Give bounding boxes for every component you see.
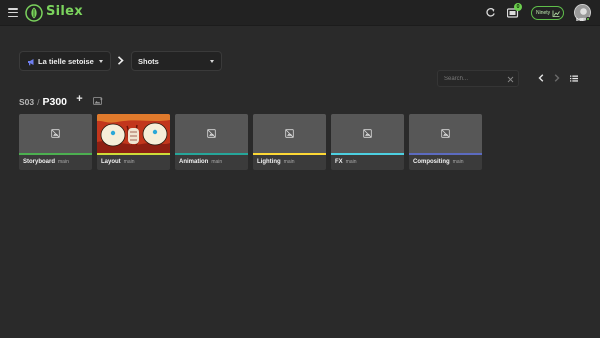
no-image-icon <box>285 129 294 138</box>
entity-type-select-label: Shots <box>138 56 159 66</box>
refresh-icon[interactable] <box>485 7 496 18</box>
chevron-right-icon <box>117 56 124 65</box>
menu-icon[interactable] <box>8 8 18 17</box>
page-title: S03 / P300 <box>19 96 67 108</box>
task-card-lighting[interactable]: Lighting main <box>253 114 326 170</box>
shot-name: P300 <box>42 96 68 108</box>
close-icon[interactable] <box>507 76 514 83</box>
notification-badge: 0 <box>514 3 522 11</box>
task-label: Animation main <box>179 159 222 165</box>
task-color-strip <box>97 153 170 155</box>
task-label: FX main <box>335 159 357 165</box>
task-label: Layout main <box>101 159 135 165</box>
task-name: Animation <box>179 159 209 165</box>
task-card-layout[interactable]: Layout main <box>97 114 170 170</box>
task-name: Layout <box>101 159 121 165</box>
task-variant: main <box>123 159 135 165</box>
task-color-strip <box>409 153 482 155</box>
chevron-down-icon <box>210 60 214 63</box>
user-code: 846 <box>576 17 584 22</box>
task-name: Compositing <box>413 159 450 165</box>
task-card-fx[interactable]: FX main <box>331 114 404 170</box>
task-name: Lighting <box>257 159 281 165</box>
list-view-icon[interactable] <box>570 75 578 82</box>
task-variant: main <box>283 159 295 165</box>
task-color-strip <box>331 153 404 155</box>
megaphone-icon <box>28 59 34 66</box>
silex-logo-icon <box>25 4 43 22</box>
task-label: Storyboard main <box>23 159 69 165</box>
task-card-compositing[interactable]: Compositing main <box>409 114 482 170</box>
add-task-button[interactable]: + <box>75 94 84 105</box>
no-image-icon <box>51 129 60 138</box>
no-image-icon <box>363 129 372 138</box>
task-variant: main <box>58 159 69 165</box>
task-name: Storyboard <box>23 159 56 165</box>
entity-type-select[interactable]: Shots <box>131 51 222 71</box>
layout-thumbnail-image <box>97 114 170 153</box>
previous-page-icon[interactable] <box>538 74 544 82</box>
chart-icon <box>552 10 561 17</box>
task-card-animation[interactable]: Animation main <box>175 114 248 170</box>
online-status-dot <box>586 17 590 21</box>
task-variant: main <box>452 159 464 165</box>
project-select-label: La tielle setoise <box>38 56 94 66</box>
sequence-name[interactable]: S03 <box>19 97 34 107</box>
title-separator: / <box>37 97 40 107</box>
task-label: Compositing main <box>413 159 464 165</box>
next-page-icon[interactable] <box>554 74 560 82</box>
search-input[interactable] <box>444 74 500 84</box>
set-thumbnail-icon[interactable] <box>93 97 103 105</box>
chevron-down-icon <box>99 60 103 63</box>
top-bar: Silex 0 Ninety 846 <box>0 0 600 26</box>
search-box <box>437 70 519 87</box>
ninety-label: Ninety <box>536 10 551 16</box>
task-color-strip <box>253 153 326 155</box>
no-image-icon <box>207 129 216 138</box>
task-name: FX <box>335 159 343 165</box>
task-variant: main <box>211 159 223 165</box>
project-select[interactable]: La tielle setoise <box>19 51 111 71</box>
app-title[interactable]: Silex <box>46 4 83 19</box>
task-color-strip <box>175 153 248 155</box>
task-color-strip <box>19 153 92 155</box>
task-label: Lighting main <box>257 159 295 165</box>
task-card-storyboard[interactable]: Storyboard main <box>19 114 92 170</box>
no-image-icon <box>441 129 450 138</box>
task-variant: main <box>345 159 357 165</box>
ninety-button[interactable]: Ninety <box>531 6 564 20</box>
